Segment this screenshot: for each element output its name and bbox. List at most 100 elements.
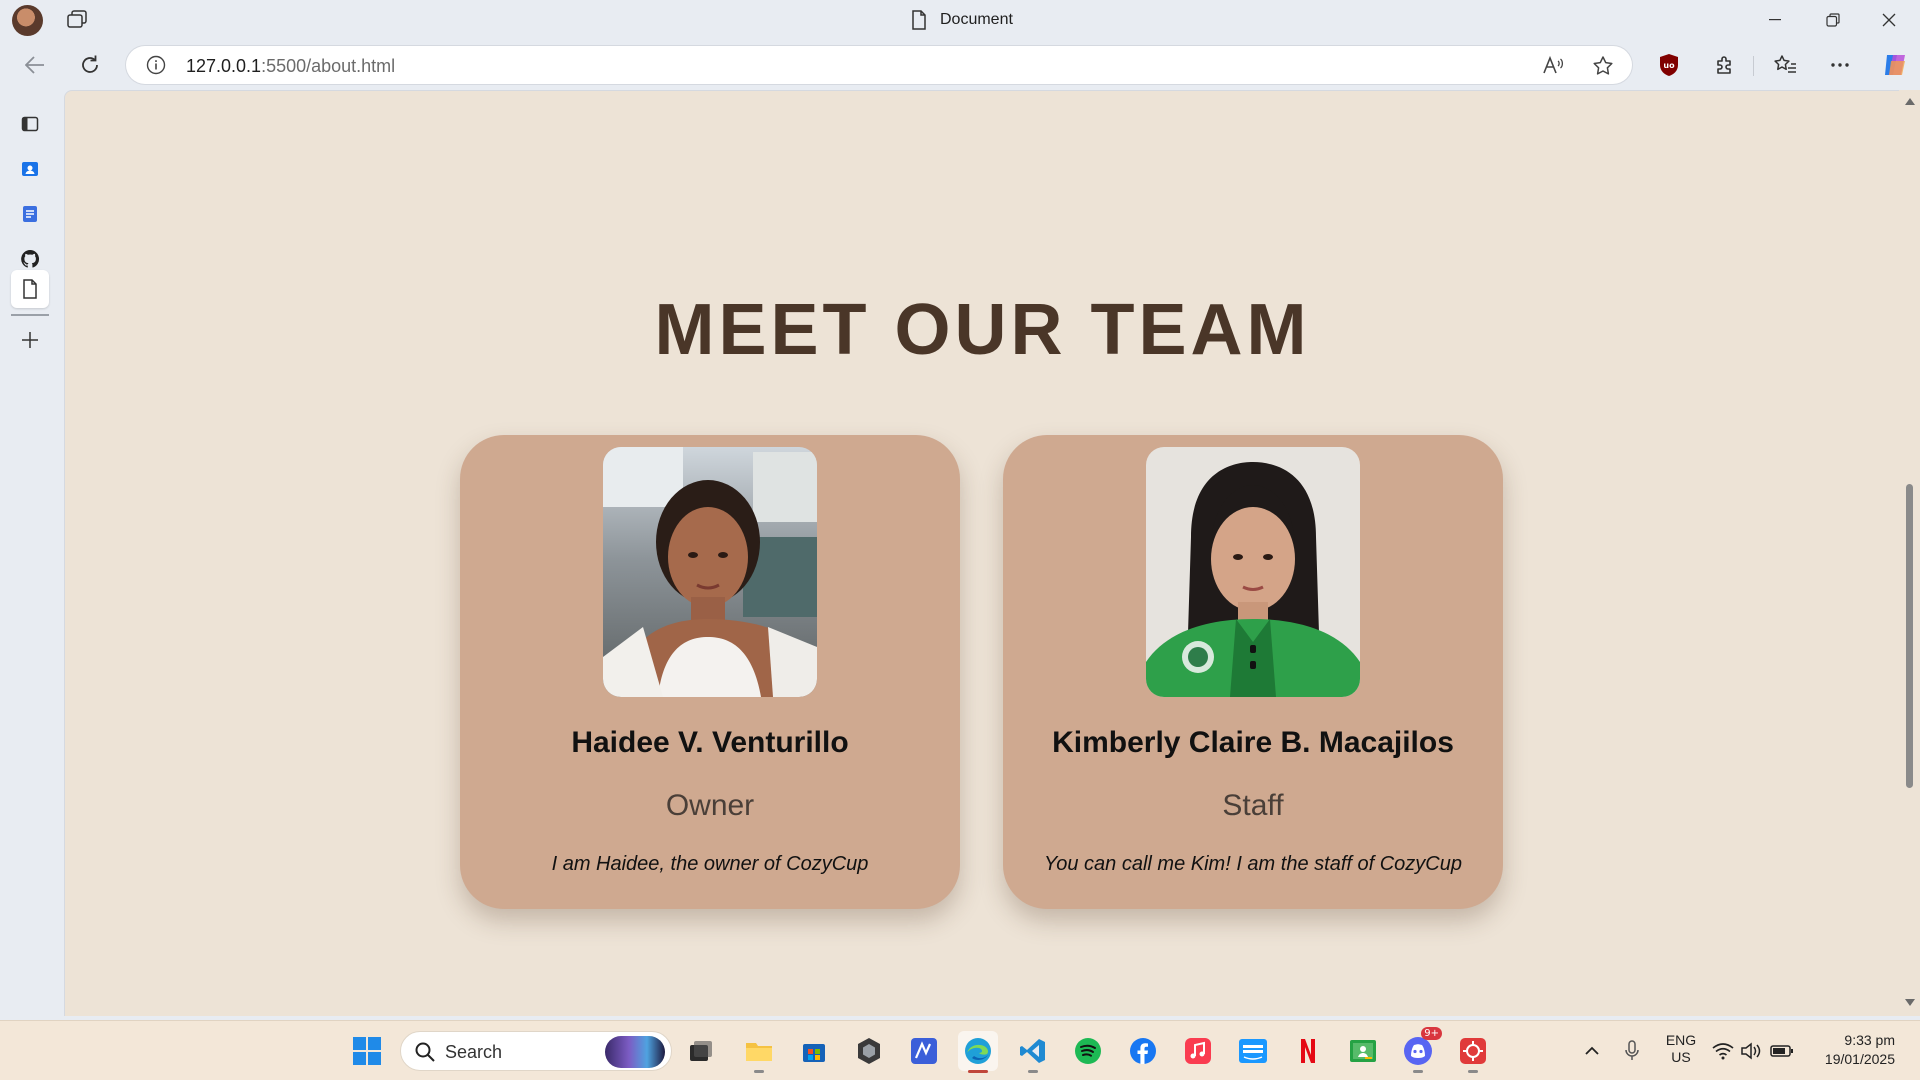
navigation-bar: 127.0.0.1:5500/about.html uo bbox=[0, 40, 1920, 90]
google-classroom-button[interactable] bbox=[1343, 1031, 1383, 1071]
wifi-icon bbox=[1712, 1043, 1734, 1060]
close-button[interactable] bbox=[1866, 6, 1912, 34]
start-button[interactable] bbox=[347, 1031, 387, 1071]
workspaces-icon[interactable] bbox=[66, 10, 88, 30]
scroll-thumb[interactable] bbox=[1906, 484, 1913, 788]
show-hidden-icons-button[interactable] bbox=[1572, 1031, 1612, 1071]
clock[interactable]: 9:33 pm 19/01/2025 bbox=[1810, 1031, 1895, 1069]
copilot-icon bbox=[1885, 55, 1905, 75]
folder-icon bbox=[746, 1043, 772, 1061]
read-aloud-icon[interactable] bbox=[1542, 55, 1564, 75]
discord-button[interactable]: 9+ bbox=[1398, 1027, 1442, 1073]
document-tab-button[interactable] bbox=[11, 270, 49, 308]
file-explorer-button[interactable] bbox=[739, 1031, 779, 1073]
reload-icon bbox=[82, 55, 98, 73]
pen-app-icon bbox=[911, 1038, 937, 1064]
url-host: 127.0.0.1 bbox=[186, 56, 262, 76]
more-dots-icon bbox=[1831, 63, 1849, 67]
running-indicator bbox=[754, 1070, 764, 1073]
battery-icon bbox=[1770, 1045, 1793, 1057]
chevron-up-icon bbox=[1585, 1046, 1599, 1055]
cube-app-icon bbox=[858, 1038, 880, 1064]
spotify-button[interactable] bbox=[1068, 1031, 1108, 1071]
browser-sidebar bbox=[0, 90, 64, 1020]
page-heading: MEET OUR TEAM bbox=[654, 290, 1311, 370]
extensions-button[interactable] bbox=[1710, 50, 1740, 80]
running-indicator bbox=[1028, 1070, 1038, 1073]
tab-actions-button[interactable] bbox=[11, 105, 49, 143]
vscode-button[interactable] bbox=[1013, 1031, 1053, 1073]
puzzle-icon bbox=[1717, 56, 1731, 74]
url-path: :5500/about.html bbox=[261, 56, 396, 76]
restore-button[interactable] bbox=[1810, 6, 1856, 34]
classroom-icon bbox=[1350, 1040, 1376, 1062]
netflix-button[interactable] bbox=[1288, 1031, 1328, 1071]
restore-icon bbox=[1826, 13, 1840, 27]
team-member-description: You can call me Kim! I am the staff of C… bbox=[1044, 853, 1462, 875]
taskbar-search[interactable]: Search bbox=[400, 1031, 672, 1071]
add-sidebar-app-button[interactable] bbox=[11, 321, 49, 359]
favorite-star-icon[interactable] bbox=[1592, 55, 1614, 77]
language-indicator[interactable]: ENG US bbox=[1660, 1032, 1702, 1066]
edge-browser-button[interactable] bbox=[958, 1031, 998, 1073]
search-placeholder: Search bbox=[445, 1042, 503, 1062]
more-options-button[interactable] bbox=[1825, 50, 1855, 80]
prime-video-icon bbox=[1239, 1039, 1267, 1063]
microphone-button[interactable] bbox=[1612, 1031, 1652, 1071]
window-title: Document bbox=[940, 11, 1013, 28]
minimize-button[interactable] bbox=[1752, 6, 1798, 34]
facebook-button[interactable] bbox=[1123, 1031, 1163, 1071]
minimize-icon bbox=[1769, 19, 1781, 21]
snipping-tool-button[interactable] bbox=[1453, 1031, 1493, 1073]
copilot-button[interactable] bbox=[1880, 50, 1910, 80]
microphone-icon bbox=[1625, 1040, 1639, 1060]
add-icon bbox=[22, 332, 38, 348]
address-bar[interactable]: 127.0.0.1:5500/about.html bbox=[126, 46, 1632, 84]
close-icon bbox=[1882, 13, 1896, 27]
team-member-name: Kimberly Claire B. Macajilos bbox=[1052, 726, 1454, 759]
active-tab-indicator bbox=[11, 314, 49, 316]
reload-button[interactable] bbox=[75, 50, 105, 80]
url-text[interactable]: 127.0.0.1:5500/about.html bbox=[186, 56, 395, 77]
docs-button[interactable] bbox=[11, 195, 49, 233]
vertical-scrollbar[interactable] bbox=[1899, 90, 1920, 1016]
running-indicator bbox=[1413, 1070, 1423, 1073]
active-indicator bbox=[968, 1070, 988, 1073]
ublock-extension-button[interactable]: uo bbox=[1654, 50, 1684, 80]
music-icon bbox=[1185, 1038, 1211, 1064]
volume-icon bbox=[1741, 1042, 1761, 1060]
clock-date: 19/01/2025 bbox=[1824, 1051, 1895, 1067]
scroll-up-arrow-icon[interactable] bbox=[1905, 98, 1915, 105]
back-button[interactable] bbox=[20, 50, 50, 80]
microsoft-store-button[interactable] bbox=[794, 1031, 834, 1071]
docs-icon bbox=[23, 206, 37, 222]
profile-avatar[interactable] bbox=[12, 5, 43, 36]
scroll-down-arrow-icon[interactable] bbox=[1905, 999, 1915, 1006]
netflix-icon bbox=[1301, 1039, 1315, 1063]
outlook-contacts-button[interactable] bbox=[11, 150, 49, 188]
facebook-icon bbox=[1130, 1038, 1156, 1064]
visual-studio-app-button[interactable] bbox=[904, 1031, 944, 1071]
ublock-shield-icon: uo bbox=[1660, 54, 1678, 76]
clock-time: 9:33 pm bbox=[1844, 1032, 1895, 1048]
apple-music-button[interactable] bbox=[1178, 1031, 1218, 1071]
vscode-icon bbox=[1020, 1039, 1045, 1063]
prime-video-button[interactable] bbox=[1233, 1031, 1273, 1071]
outlook-contacts-icon bbox=[22, 162, 38, 176]
language-code: ENG bbox=[1665, 1032, 1697, 1048]
task-view-icon bbox=[690, 1041, 712, 1061]
discord-icon bbox=[1404, 1037, 1432, 1065]
page-viewport: MEET OUR TEAM Haidee V. Venturillo Owner… bbox=[64, 90, 1899, 1016]
team-member-role: Owner bbox=[665, 789, 755, 822]
team-member-description: I am Haidee, the owner of CozyCup bbox=[551, 853, 869, 875]
snipping-tool-icon bbox=[1460, 1038, 1486, 1064]
site-info-icon[interactable] bbox=[146, 55, 166, 75]
title-bar: Document bbox=[0, 0, 1920, 40]
quick-settings-button[interactable] bbox=[1708, 1031, 1798, 1071]
task-view-button[interactable] bbox=[681, 1031, 721, 1071]
favorites-button[interactable] bbox=[1770, 50, 1800, 80]
team-member-photo bbox=[1146, 447, 1360, 697]
team-member-role: Staff bbox=[1222, 789, 1284, 822]
team-member-name: Haidee V. Venturillo bbox=[571, 726, 849, 759]
unity-hub-button[interactable] bbox=[849, 1031, 889, 1071]
